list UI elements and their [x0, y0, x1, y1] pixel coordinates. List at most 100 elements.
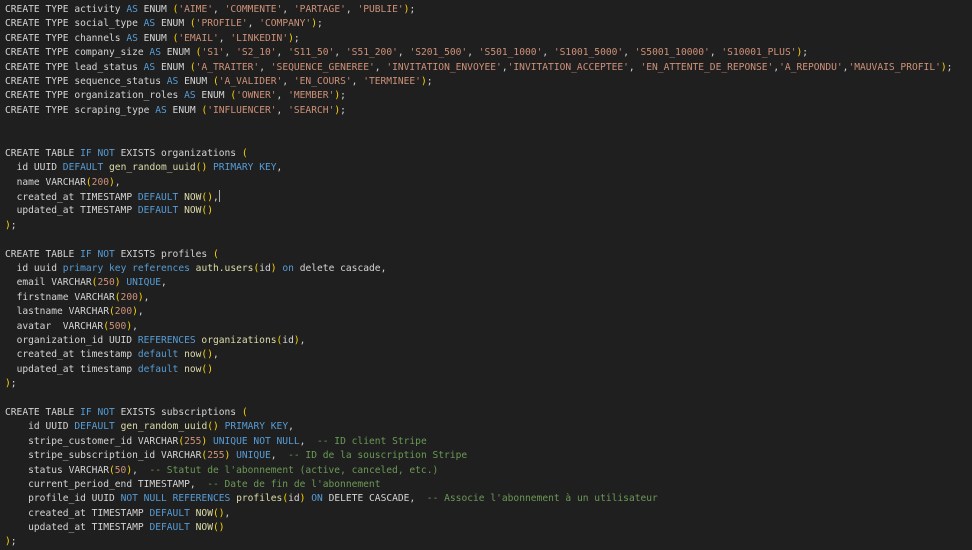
code-token: DELETE — [328, 493, 364, 505]
code-token: UUID — [91, 493, 115, 505]
code-token: NOW — [184, 205, 202, 217]
code-line[interactable]: ); — [5, 219, 952, 233]
code-token: NULL — [143, 493, 167, 505]
code-token: status — [28, 464, 63, 476]
code-token: IF — [80, 248, 92, 260]
code-token: TIMESTAMP — [80, 205, 133, 217]
code-token: TYPE — [45, 47, 69, 59]
code-line[interactable]: CREATE TABLE IF NOT EXISTS profiles ( — [5, 248, 952, 262]
code-token: NOT — [97, 248, 115, 260]
code-token: ) — [218, 522, 225, 534]
code-line[interactable] — [5, 118, 952, 132]
code-line[interactable]: ); — [5, 535, 952, 549]
code-token: activity — [74, 4, 121, 15]
code-line[interactable]: status VARCHAR(50), -- Statut de l'abonn… — [5, 464, 952, 478]
code-token: DEFAULT — [149, 522, 190, 534]
code-token: , — [224, 507, 231, 519]
code-line[interactable]: CREATE TABLE IF NOT EXISTS organizations… — [5, 147, 952, 161]
code-token: NOW — [195, 507, 213, 519]
code-line[interactable]: stripe_customer_id VARCHAR(255) UNIQUE N… — [5, 435, 952, 449]
code-line[interactable]: name VARCHAR(200), — [5, 176, 952, 190]
code-line[interactable]: created_at timestamp default now(), — [5, 348, 952, 362]
code-token: UUID — [33, 162, 58, 174]
code-token: CREATE — [5, 90, 40, 102]
code-line[interactable] — [5, 233, 952, 247]
code-token: 'EN_ATTENTE_DE_REPONSE' — [640, 61, 774, 73]
code-line[interactable]: current_period_end TIMESTAMP, -- Date de… — [5, 478, 952, 492]
code-line[interactable]: updated_at TIMESTAMP DEFAULT NOW() — [5, 521, 952, 535]
code-line[interactable]: CREATE TYPE social_type AS ENUM ('PROFIL… — [5, 17, 952, 31]
code-line[interactable]: updated_at timestamp default now() — [5, 363, 952, 377]
code-token: NOW — [195, 522, 213, 534]
code-editor[interactable]: CREATE TYPE activity AS ENUM ('AIME', 'C… — [0, 0, 972, 547]
code-line[interactable]: CREATE TYPE channels AS ENUM ('EMAIL', '… — [5, 32, 952, 46]
code-line[interactable]: organization_id UUID REFERENCES organiza… — [5, 334, 952, 348]
code-line[interactable]: CREATE TABLE IF NOT EXISTS subscriptions… — [5, 406, 952, 420]
code-line[interactable]: created_at TIMESTAMP DEFAULT NOW(), — [5, 190, 952, 204]
code-token: cascade — [340, 263, 381, 275]
code-token: TIMESTAMP — [80, 192, 133, 204]
code-token: 500 — [109, 320, 127, 332]
code-token: 'PARTAGE' — [293, 4, 346, 15]
code-token: organization_roles — [74, 90, 179, 102]
code-token: 'S5001_10000' — [634, 47, 710, 59]
code-token: organizations — [201, 334, 277, 346]
code-token: AS — [184, 90, 196, 102]
code-line[interactable]: CREATE TYPE scraping_type AS ENUM ('INFL… — [5, 104, 952, 118]
code-line[interactable]: avatar VARCHAR(500), — [5, 320, 952, 334]
code-line[interactable]: stripe_subscription_id VARCHAR(255) UNIQ… — [5, 449, 952, 463]
code-token: ENUM — [184, 75, 208, 87]
code-token: IF — [80, 406, 92, 418]
code-line[interactable]: firstname VARCHAR(200), — [5, 291, 952, 305]
code-line[interactable]: updated_at TIMESTAMP DEFAULT NOW() — [5, 204, 952, 218]
code-token: ) — [207, 363, 213, 375]
code-token: ; — [426, 75, 433, 87]
code-line[interactable]: email VARCHAR(250) UNIQUE, — [5, 276, 952, 290]
code-line[interactable] — [5, 133, 952, 147]
code-token: KEY — [259, 162, 277, 174]
code-line[interactable]: CREATE TYPE lead_status AS ENUM ('A_TRAI… — [5, 61, 952, 75]
code-line[interactable]: lastname VARCHAR(200), — [5, 305, 952, 319]
code-line[interactable]: id UUID DEFAULT gen_random_uuid() PRIMAR… — [5, 161, 952, 175]
code-line[interactable]: id UUID DEFAULT gen_random_uuid() PRIMAR… — [5, 420, 952, 434]
code-token: , — [299, 334, 306, 346]
code-token: now — [184, 363, 202, 375]
code-line[interactable]: CREATE TYPE organization_roles AS ENUM (… — [5, 89, 952, 103]
code-token: UNIQUE — [126, 277, 161, 289]
code-line[interactable]: CREATE TYPE sequence_status AS ENUM ('A_… — [5, 75, 952, 89]
code-token: 'AIME' — [178, 4, 213, 15]
code-line[interactable]: ); — [5, 377, 952, 391]
code-token: NOT — [253, 435, 271, 447]
code-line[interactable]: profile_id UUID NOT NULL REFERENCES prof… — [5, 492, 952, 506]
code-token: ( — [241, 406, 248, 418]
code-token: gen_random_uuid — [109, 162, 196, 174]
code-token: -- ID de la souscription Stripe — [288, 450, 468, 462]
code-token: CREATE — [5, 248, 40, 260]
code-token: ; — [340, 104, 346, 116]
code-token: NOT — [120, 493, 138, 505]
code-token: , — [114, 176, 121, 188]
code-text-area[interactable]: CREATE TYPE activity AS ENUM ('AIME', 'C… — [5, 3, 952, 550]
code-token: ENUM — [161, 18, 185, 30]
code-token: gen_random_uuid — [120, 421, 208, 433]
code-token: default — [137, 349, 179, 361]
code-line[interactable]: CREATE TYPE activity AS ENUM ('AIME', 'C… — [5, 3, 952, 17]
code-token: TYPE — [45, 90, 69, 102]
code-token: ENUM — [172, 104, 196, 116]
code-token: profiles — [161, 248, 208, 260]
code-line[interactable] — [5, 392, 952, 406]
code-token: VARCHAR — [68, 306, 109, 318]
code-token: ; — [10, 219, 17, 231]
code-token: ENUM — [201, 90, 225, 102]
code-token: CREATE — [5, 75, 40, 87]
code-token: CREATE — [5, 147, 40, 159]
code-line[interactable]: CREATE TYPE company_size AS ENUM ('S1', … — [5, 46, 952, 60]
code-token: lead_status — [74, 61, 138, 73]
code-line[interactable]: id uuid primary key references auth.user… — [5, 262, 952, 276]
code-token: AS — [149, 47, 161, 59]
code-token: references — [132, 263, 190, 275]
code-token: REFERENCES — [137, 334, 196, 346]
code-token: EXISTS — [120, 147, 156, 159]
code-line[interactable]: created_at TIMESTAMP DEFAULT NOW(), — [5, 507, 952, 521]
code-token: , — [276, 162, 283, 174]
